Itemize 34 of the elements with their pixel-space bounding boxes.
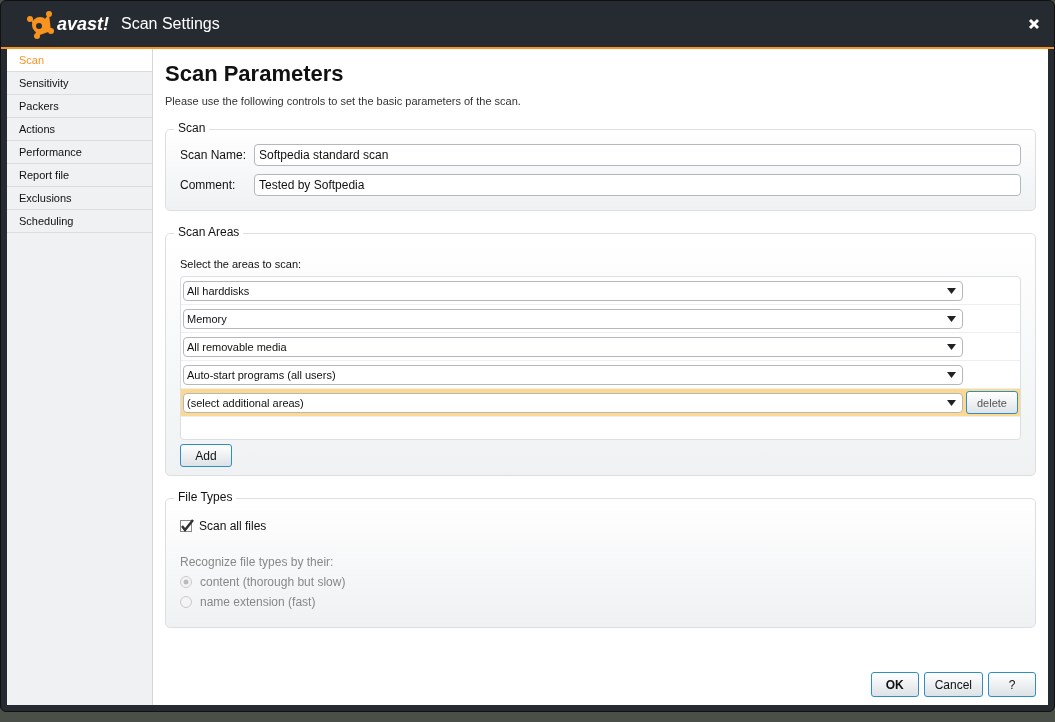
- delete-button[interactable]: delete: [966, 391, 1018, 414]
- area-dropdown[interactable]: All harddisks: [183, 280, 963, 301]
- group-title: Scan Areas: [174, 225, 244, 239]
- caret-icon: [947, 287, 956, 294]
- areas-prompt: Select the areas to scan:: [180, 258, 303, 270]
- caret-icon: [947, 399, 956, 406]
- field-label: Comment:: [180, 178, 237, 192]
- caret-icon: [947, 343, 956, 350]
- dialog-button[interactable]: OK: [870, 672, 919, 697]
- caret-icon: [947, 315, 956, 322]
- splat-logo-icon: [25, 9, 55, 39]
- caret-icon: [947, 371, 956, 378]
- recognize-label: Recognize file types by their:: [180, 555, 335, 569]
- field-label: Scan Name:: [180, 148, 248, 162]
- area-dropdown[interactable]: (select additional areas): [183, 392, 963, 413]
- area-dropdown[interactable]: All removable media: [183, 336, 963, 357]
- area-dropdown[interactable]: Auto-start programs (all users): [183, 364, 963, 385]
- dialog-button[interactable]: ?: [988, 672, 1036, 697]
- logo-text: avast!: [57, 13, 110, 35]
- group-title: Scan: [174, 121, 210, 135]
- input-field[interactable]: Softpedia standard scan: [254, 144, 1021, 166]
- close-icon[interactable]: [1028, 18, 1040, 30]
- input-field[interactable]: Tested by Softpedia: [254, 174, 1021, 196]
- area-dropdown[interactable]: Memory: [183, 308, 963, 329]
- add-button[interactable]: Add: [180, 444, 232, 467]
- page-heading: Scan Parameters: [165, 61, 345, 87]
- dialog-button[interactable]: Cancel: [923, 672, 983, 697]
- page-description: Please use the following controls to set the basic parameters of the scan.: [165, 95, 522, 107]
- window-title: Scan Settings: [121, 15, 221, 33]
- selected-row[interactable]: (select additional areas) delete: [181, 389, 1020, 417]
- group-title: File Types: [174, 490, 237, 504]
- checkbox-label: Scan all files: [199, 519, 267, 533]
- radio-label: name extension (fast): [200, 595, 316, 609]
- radio-label: content (thorough but slow): [200, 575, 346, 589]
